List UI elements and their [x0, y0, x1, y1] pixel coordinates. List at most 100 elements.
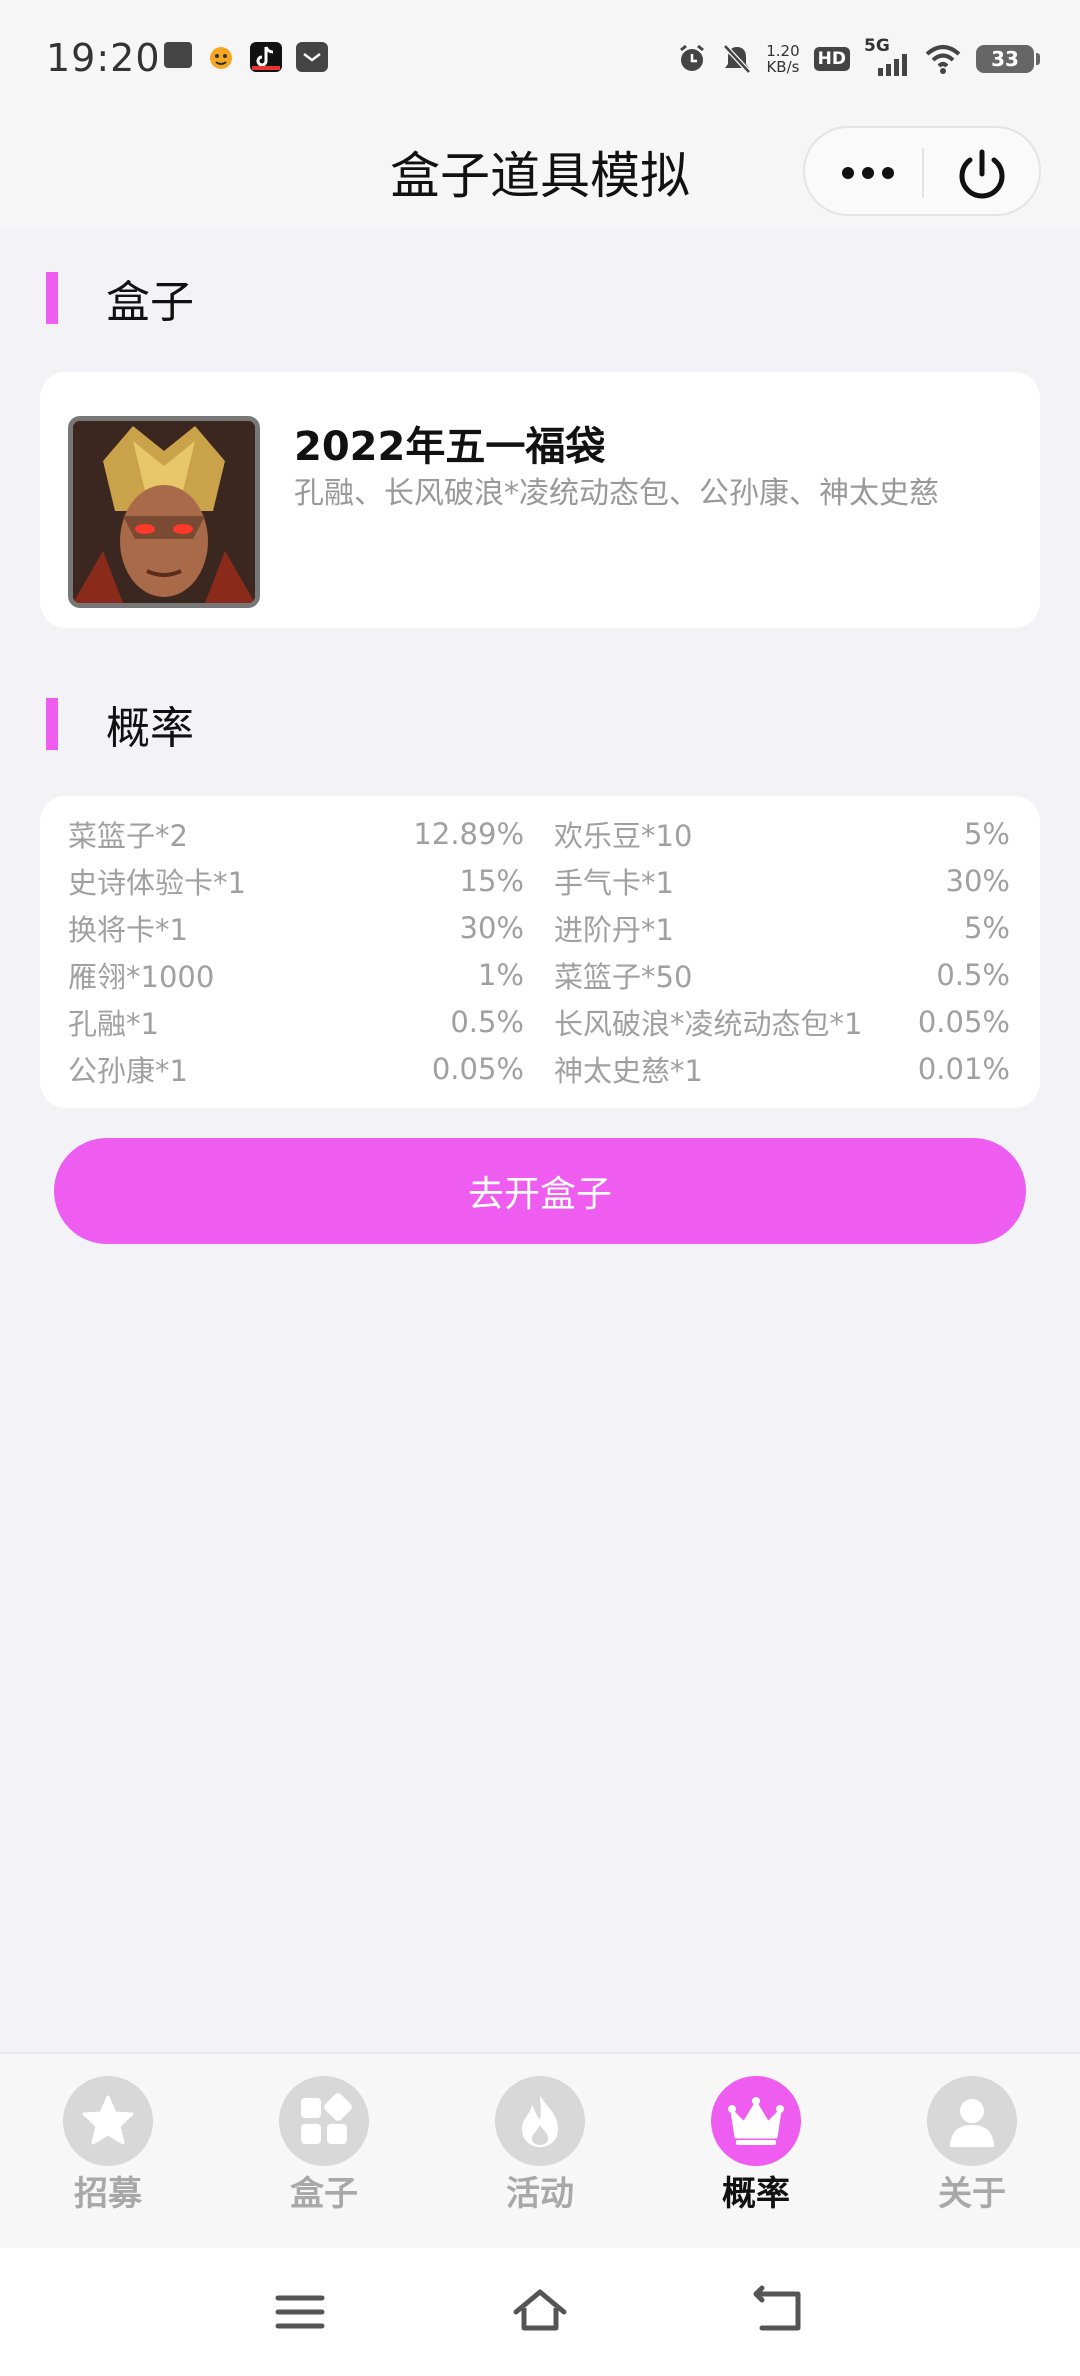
box-section-title: 盒子: [106, 277, 194, 328]
tab-icon-circle: [63, 2076, 153, 2166]
item-name: 神太史慈*1: [554, 1053, 703, 1088]
tab-label: 关于: [938, 2174, 1006, 2214]
section-accent-bar: [46, 698, 58, 750]
network-speed-unit: KB/s: [766, 58, 800, 76]
item-rate: 0.5%: [450, 1004, 524, 1039]
network-speed-value: 1.20: [766, 42, 800, 60]
prob-entry: 长风破浪*凌统动态包*1 0.05%: [554, 998, 1010, 1045]
item-name: 手气卡*1: [554, 865, 674, 900]
tab-label: 活动: [506, 2174, 574, 2214]
table-row: 菜篮子*2 12.89% 欢乐豆*10 5%: [68, 810, 1014, 857]
status-right-group: 1.20 KB/s HD 5G 33: [676, 36, 1040, 82]
item-name: 雁翎*1000: [68, 959, 215, 994]
star-icon: [82, 2095, 134, 2145]
status-time: 19:20: [46, 36, 161, 80]
table-row: 孔融*1 0.5% 长风破浪*凌统动态包*1 0.05%: [68, 998, 1014, 1045]
item-name: 公孙康*1: [68, 1053, 188, 1088]
tab-recruit[interactable]: 招募: [28, 2076, 188, 2236]
tab-icon-circle: [279, 2076, 369, 2166]
battery-indicator: 33: [976, 45, 1040, 73]
more-options-button[interactable]: [833, 156, 903, 190]
prob-entry: 换将卡*1 30%: [68, 904, 524, 951]
item-rate: 12.89%: [413, 816, 524, 851]
box-thumbnail: [68, 416, 260, 608]
section-accent-bar: [46, 272, 58, 324]
item-rate: 30%: [945, 863, 1010, 898]
alarm-icon: [680, 44, 705, 71]
item-rate: 0.05%: [917, 1004, 1010, 1039]
more-dot: [882, 167, 894, 179]
prob-entry: 手气卡*1 30%: [554, 857, 1010, 904]
tab-label: 招募: [74, 2174, 142, 2214]
cell-signal: 5G: [864, 36, 910, 78]
hd-badge: HD: [813, 47, 850, 71]
mini-program-capsule: [803, 126, 1041, 216]
table-row: 换将卡*1 30% 进阶丹*1 5%: [68, 904, 1014, 951]
item-rate: 0.01%: [917, 1051, 1010, 1086]
item-name: 进阶丹*1: [554, 912, 674, 947]
tab-activity[interactable]: 活动: [460, 2076, 620, 2236]
item-rate: 15%: [459, 863, 524, 898]
prob-entry: 菜篮子*50 0.5%: [554, 951, 1010, 998]
power-icon[interactable]: [950, 142, 1014, 206]
item-name: 孔融*1: [68, 1006, 159, 1041]
item-rate: 5%: [963, 910, 1010, 945]
prob-entry: 进阶丹*1 5%: [554, 904, 1010, 951]
tab-box[interactable]: 盒子: [244, 2076, 404, 2236]
menu-icon[interactable]: [268, 2280, 332, 2344]
grid-icon: [301, 2093, 352, 2144]
table-row: 雁翎*1000 1% 菜篮子*50 0.5%: [68, 951, 1014, 998]
prob-entry: 神太史慈*1 0.01%: [554, 1045, 1010, 1092]
item-rate: 5%: [963, 816, 1010, 851]
prob-entry: 雁翎*1000 1%: [68, 951, 524, 998]
item-name: 欢乐豆*10: [554, 818, 693, 853]
capsule-divider: [922, 148, 924, 198]
more-dot: [842, 167, 854, 179]
prob-entry: 史诗体验卡*1 15%: [68, 857, 524, 904]
tab-label: 盒子: [290, 2174, 358, 2214]
tab-icon-circle: [495, 2076, 585, 2166]
system-nav-bar: [0, 2248, 1080, 2376]
back-icon[interactable]: [748, 2280, 812, 2344]
item-name: 史诗体验卡*1: [68, 865, 246, 900]
prob-entry: 欢乐豆*10 5%: [554, 810, 1010, 857]
wifi-icon: [925, 45, 961, 74]
item-rate: 1%: [477, 957, 524, 992]
flame-icon: [522, 2095, 558, 2147]
item-name: 换将卡*1: [68, 912, 188, 947]
tab-probability[interactable]: 概率: [676, 2076, 836, 2236]
tab-about[interactable]: 关于: [892, 2076, 1052, 2236]
item-rate: 30%: [459, 910, 524, 945]
probability-section-title: 概率: [106, 703, 194, 754]
prob-entry: 孔融*1 0.5%: [68, 998, 524, 1045]
box-card[interactable]: 2022年五一福袋 孔融、长风破浪*凌统动态包、公孙康、神太史慈: [40, 372, 1040, 628]
notes-app-icon: [164, 42, 192, 68]
table-row: 史诗体验卡*1 15% 手气卡*1 30%: [68, 857, 1014, 904]
item-name: 长风破浪*凌统动态包*1: [554, 1006, 863, 1041]
item-rate: 0.05%: [431, 1051, 524, 1086]
tab-icon-circle: [711, 2076, 801, 2166]
box-section-heading: 盒子: [46, 270, 194, 328]
bottom-tab-bar: 招募 盒子 活动 概率 关于: [0, 2052, 1080, 2248]
mute-icon: [723, 44, 752, 74]
crown-icon: [728, 2097, 784, 2145]
signal-icon: [878, 54, 907, 76]
more-dot: [862, 167, 874, 179]
tab-icon-circle: [927, 2076, 1017, 2166]
home-icon[interactable]: [508, 2280, 572, 2344]
item-name: 菜篮子*50: [554, 959, 693, 994]
open-box-button[interactable]: 去开盒子: [54, 1138, 1026, 1244]
animal-app-icon: [206, 42, 236, 76]
status-bar: 19:20 1.20 KB/s HD 5G 33: [0, 0, 1080, 118]
item-name: 菜篮子*2: [68, 818, 188, 853]
network-speed: 1.20 KB/s: [766, 43, 799, 75]
probability-table: 菜篮子*2 12.89% 欢乐豆*10 5% 史诗体验卡*1 15% 手气卡*1 30%…: [40, 796, 1040, 1108]
tiktok-app-icon: [250, 42, 282, 72]
box-name: 2022年五一福袋: [294, 424, 606, 470]
tab-label: 概率: [722, 2174, 790, 2214]
box-description: 孔融、长风破浪*凌统动态包、公孙康、神太史慈: [294, 476, 939, 511]
prob-entry: 菜篮子*2 12.89%: [68, 810, 524, 857]
person-icon: [950, 2099, 994, 2147]
prob-entry: 公孙康*1 0.05%: [68, 1045, 524, 1092]
item-rate: 0.5%: [936, 957, 1010, 992]
